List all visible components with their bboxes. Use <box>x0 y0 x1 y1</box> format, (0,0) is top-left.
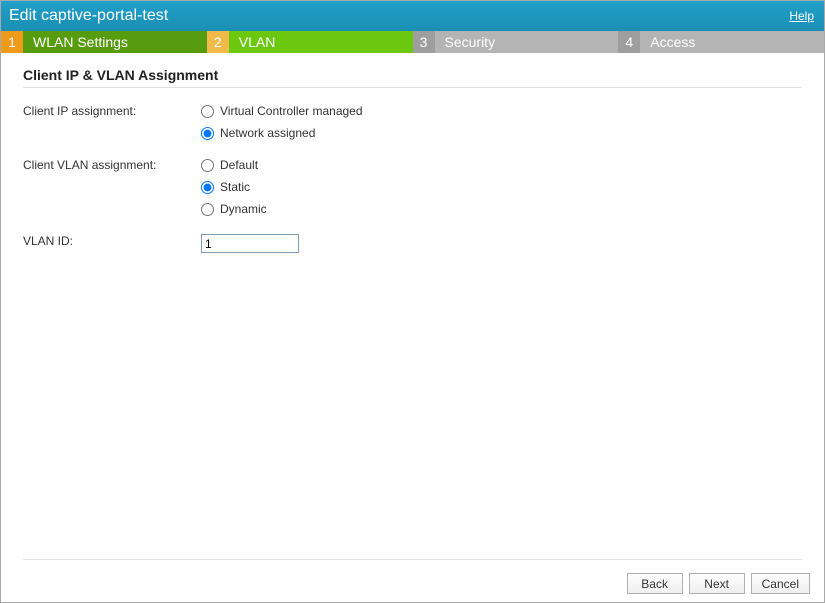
step-number: 1 <box>1 31 23 53</box>
radio-label: Virtual Controller managed <box>220 104 363 118</box>
step-access[interactable]: 4 Access <box>618 31 824 53</box>
footer-divider <box>23 559 802 560</box>
step-label: VLAN <box>229 31 413 53</box>
row-ip-assignment: Client IP assignment: Virtual Controller… <box>23 104 802 140</box>
page-heading: Client IP & VLAN Assignment <box>23 67 802 83</box>
radio-ip-virtual[interactable]: Virtual Controller managed <box>201 104 363 118</box>
vlan-id-input[interactable] <box>201 234 299 253</box>
step-label: Security <box>435 31 619 53</box>
dialog-title: Edit captive-portal-test <box>9 7 168 25</box>
radio-vlan-default[interactable]: Default <box>201 158 267 172</box>
radio-input-vlan-dynamic[interactable] <box>201 203 214 216</box>
title-bar: Edit captive-portal-test Help <box>1 1 824 31</box>
step-security[interactable]: 3 Security <box>413 31 619 53</box>
label-vlan-id: VLAN ID: <box>23 234 201 248</box>
wizard-steps: 1 WLAN Settings 2 VLAN 3 Security 4 Acce… <box>1 31 824 53</box>
step-wlan-settings[interactable]: 1 WLAN Settings <box>1 31 207 53</box>
radio-vlan-dynamic[interactable]: Dynamic <box>201 202 267 216</box>
step-label: Access <box>640 31 824 53</box>
radio-ip-network[interactable]: Network assigned <box>201 126 363 140</box>
step-vlan[interactable]: 2 VLAN <box>207 31 413 53</box>
dialog-window: Edit captive-portal-test Help 1 WLAN Set… <box>0 0 825 603</box>
step-number: 3 <box>413 31 435 53</box>
vlan-assignment-options: Default Static Dynamic <box>201 158 267 216</box>
vlan-id-control <box>201 234 299 253</box>
radio-label: Static <box>220 180 250 194</box>
heading-divider <box>23 87 802 88</box>
radio-input-ip-network[interactable] <box>201 127 214 140</box>
row-vlan-id: VLAN ID: <box>23 234 802 253</box>
next-button[interactable]: Next <box>689 573 745 594</box>
step-number: 4 <box>618 31 640 53</box>
step-number: 2 <box>207 31 229 53</box>
radio-input-vlan-default[interactable] <box>201 159 214 172</box>
back-button[interactable]: Back <box>627 573 683 594</box>
label-vlan-assignment: Client VLAN assignment: <box>23 158 201 172</box>
content-area: Client IP & VLAN Assignment Client IP as… <box>1 53 824 602</box>
radio-label: Network assigned <box>220 126 315 140</box>
help-link[interactable]: Help <box>789 9 814 23</box>
radio-input-ip-virtual[interactable] <box>201 105 214 118</box>
radio-input-vlan-static[interactable] <box>201 181 214 194</box>
label-ip-assignment: Client IP assignment: <box>23 104 201 118</box>
radio-label: Dynamic <box>220 202 267 216</box>
button-bar: Back Next Cancel <box>627 573 810 594</box>
radio-label: Default <box>220 158 258 172</box>
cancel-button[interactable]: Cancel <box>751 573 810 594</box>
row-vlan-assignment: Client VLAN assignment: Default Static D… <box>23 158 802 216</box>
step-label: WLAN Settings <box>23 31 207 53</box>
radio-vlan-static[interactable]: Static <box>201 180 267 194</box>
ip-assignment-options: Virtual Controller managed Network assig… <box>201 104 363 140</box>
